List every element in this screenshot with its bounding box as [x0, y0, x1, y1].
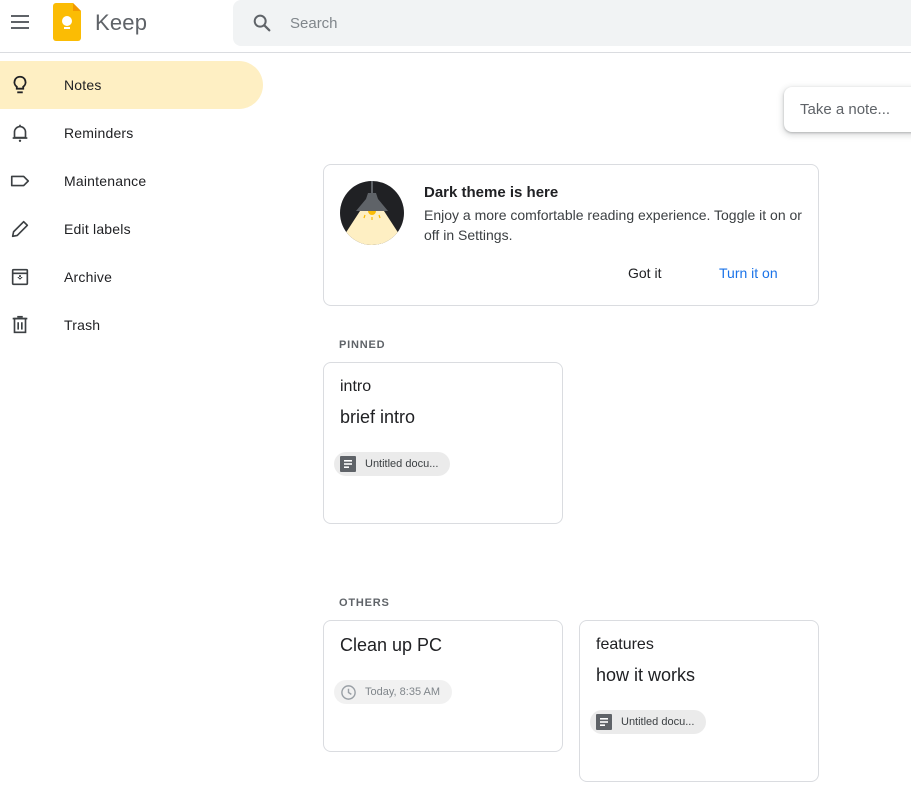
sidebar-nav: Notes Reminders Maintenance Edit labels	[0, 61, 263, 349]
pencil-icon	[11, 220, 29, 238]
sidebar-item-archive[interactable]: Archive	[0, 253, 263, 301]
note-card[interactable]: features how it works Untitled docu...	[579, 620, 819, 782]
reminder-chip[interactable]: Today, 8:35 AM	[334, 680, 453, 704]
lightbulb-icon	[13, 75, 27, 94]
sidebar-item-edit-labels[interactable]: Edit labels	[0, 205, 263, 253]
turn-it-on-button[interactable]: Turn it on	[707, 263, 790, 287]
sidebar-item-label: Reminders	[64, 125, 134, 141]
attachment-chip[interactable]: Untitled docu...	[590, 710, 707, 734]
dark-theme-promo-card: Dark theme is here Enjoy a more comforta…	[323, 164, 819, 306]
google-docs-icon	[596, 714, 612, 730]
sidebar-item-reminders[interactable]: Reminders	[0, 109, 263, 157]
bell-icon	[12, 124, 28, 142]
attachment-label: Untitled docu...	[365, 458, 439, 470]
google-docs-icon	[340, 456, 356, 472]
sidebar-item-label: Trash	[64, 317, 101, 333]
reminder-label: Today, 8:35 AM	[365, 686, 441, 698]
pinned-section-label: PINNED	[339, 339, 386, 351]
note-body: Clean up PC	[340, 635, 443, 655]
search-icon[interactable]	[251, 12, 273, 34]
search-input[interactable]	[290, 14, 850, 32]
others-section-label: OTHERS	[339, 597, 390, 609]
keep-logo-icon[interactable]	[53, 3, 81, 41]
promo-title: Dark theme is here	[424, 184, 559, 201]
got-it-button[interactable]: Got it	[616, 263, 673, 287]
sidebar-item-label: Notes	[64, 77, 102, 93]
trash-icon	[12, 315, 28, 334]
label-icon	[10, 175, 30, 187]
take-note-input[interactable]: Take a note...	[784, 87, 911, 132]
note-card[interactable]: intro brief intro Untitled docu...	[323, 362, 563, 524]
note-body: how it works	[596, 665, 696, 685]
clock-icon	[341, 684, 356, 700]
note-card[interactable]: Clean up PC Today, 8:35 AM	[323, 620, 563, 752]
search-bar[interactable]	[233, 0, 911, 46]
sidebar-item-label: Edit labels	[64, 221, 131, 237]
attachment-chip[interactable]: Untitled docu...	[334, 452, 451, 476]
note-title: features	[596, 636, 654, 653]
sidebar-item-trash[interactable]: Trash	[0, 301, 263, 349]
attachment-label: Untitled docu...	[621, 716, 695, 728]
note-title: intro	[340, 378, 372, 395]
promo-body: Enjoy a more comfortable reading experie…	[424, 207, 802, 243]
sidebar-item-notes[interactable]: Notes	[0, 61, 263, 109]
app-title: Keep	[95, 10, 148, 35]
hamburger-menu-icon[interactable]	[6, 8, 34, 36]
sidebar-item-maintenance[interactable]: Maintenance	[0, 157, 263, 205]
note-body: brief intro	[340, 407, 416, 427]
dark-theme-lamp-icon	[340, 181, 404, 245]
sidebar-item-label: Archive	[64, 269, 113, 285]
archive-icon	[11, 268, 29, 286]
app-header: Keep	[0, 0, 911, 53]
sidebar-item-label: Maintenance	[64, 173, 147, 189]
